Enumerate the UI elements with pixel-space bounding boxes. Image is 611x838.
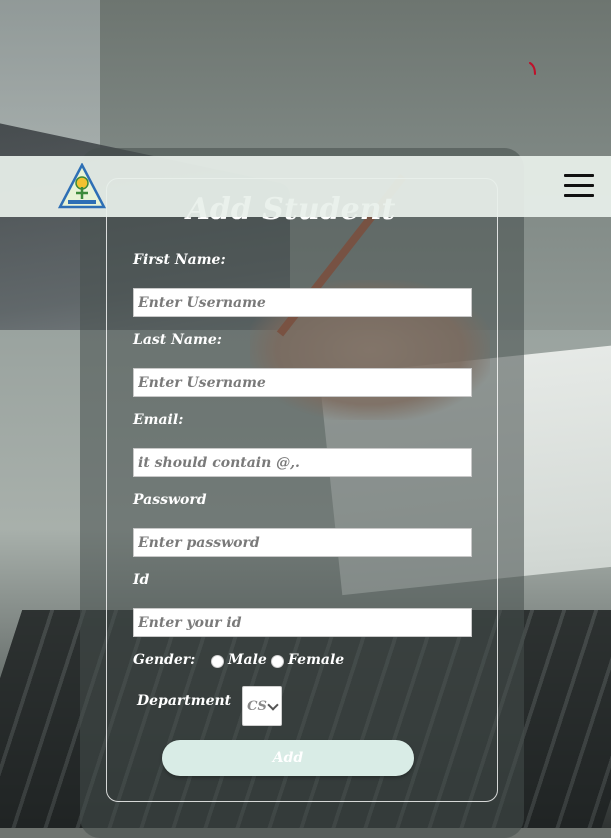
university-logo-icon[interactable]	[58, 163, 106, 209]
id-input[interactable]	[133, 608, 472, 637]
first-name-input[interactable]	[133, 288, 472, 317]
first-name-label: First Name:	[133, 252, 226, 268]
female-radio[interactable]	[271, 655, 284, 668]
gender-label: Gender:	[133, 652, 196, 668]
last-name-label: Last Name:	[133, 332, 222, 348]
email-label: Email:	[133, 412, 184, 428]
male-radio[interactable]	[211, 655, 224, 668]
female-radio-label[interactable]: Female	[288, 652, 344, 668]
hamburger-menu-icon[interactable]	[564, 174, 594, 198]
password-label: Password	[133, 492, 207, 508]
id-label: Id	[133, 572, 150, 588]
last-name-input[interactable]	[133, 368, 472, 397]
password-input[interactable]	[133, 528, 472, 557]
male-radio-label[interactable]: Male	[228, 652, 267, 668]
chevron-down-icon	[267, 698, 279, 711]
email-input[interactable]	[133, 448, 472, 477]
gender-group: Gender: Male Female	[133, 652, 433, 672]
top-navbar	[0, 156, 611, 217]
department-label: Department	[137, 693, 232, 709]
department-select[interactable]: CS	[242, 686, 282, 726]
department-selected-value: CS	[247, 698, 267, 714]
add-button[interactable]: Add	[162, 740, 414, 776]
loading-spinner-icon	[529, 62, 536, 75]
